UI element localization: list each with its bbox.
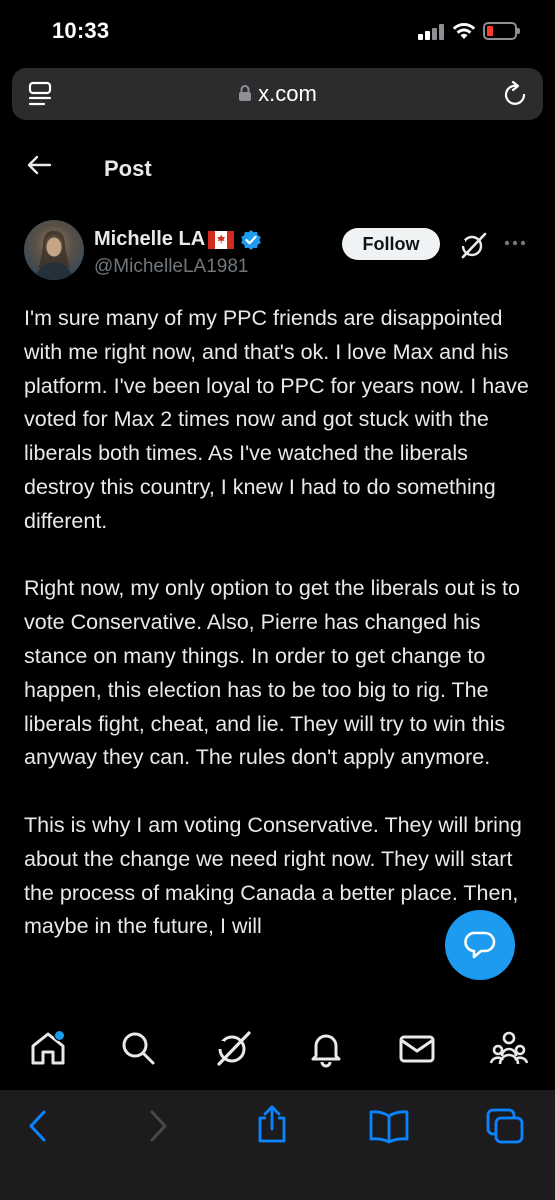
url-text[interactable]: x.com — [258, 81, 317, 106]
browser-url-bar[interactable]: x.com — [12, 68, 543, 120]
canada-flag-icon — [208, 230, 235, 249]
bottom-navigation — [0, 1012, 555, 1090]
verified-badge-icon[interactable] — [240, 229, 262, 251]
notifications-icon[interactable] — [306, 1028, 346, 1068]
reload-icon[interactable] — [503, 80, 529, 108]
tabs-icon[interactable] — [484, 1106, 526, 1146]
forward-icon[interactable] — [146, 1108, 170, 1144]
status-bar: 10:33 — [0, 0, 555, 60]
status-time: 10:33 — [52, 18, 110, 43]
grok-icon[interactable] — [213, 1028, 253, 1068]
communities-icon[interactable] — [489, 1028, 529, 1068]
author-handle[interactable]: @MichelleLA1981 — [94, 256, 249, 278]
post-paragraph: I'm sure many of my PPC friends are disa… — [24, 306, 529, 533]
messages-icon[interactable] — [397, 1028, 437, 1068]
battery-icon — [483, 22, 520, 40]
safari-toolbar — [0, 1090, 555, 1200]
grok-icon[interactable] — [458, 230, 488, 260]
lock-icon — [239, 85, 252, 101]
follow-button[interactable]: Follow — [342, 228, 440, 260]
post-text: I'm sure many of my PPC friends are disa… — [24, 302, 536, 978]
reply-bubble-icon — [464, 931, 496, 959]
avatar[interactable] — [24, 220, 84, 280]
bookmarks-icon[interactable] — [368, 1108, 410, 1144]
post-header: Post — [0, 140, 555, 200]
search-icon[interactable] — [118, 1028, 158, 1068]
home-notification-dot — [54, 1030, 65, 1041]
author-name-row: Michelle LA — [94, 228, 262, 251]
reply-fab-button[interactable] — [445, 910, 515, 980]
post-paragraph: Right now, my only option to get the lib… — [24, 576, 520, 770]
share-icon[interactable] — [254, 1104, 290, 1144]
more-options-icon[interactable] — [504, 240, 526, 246]
author-name[interactable]: Michelle LA — [94, 228, 205, 251]
wifi-icon — [452, 23, 476, 39]
page-title: Post — [104, 156, 152, 181]
avatar-photo-icon — [34, 230, 74, 280]
back-arrow-icon[interactable] — [26, 152, 52, 178]
back-icon[interactable] — [26, 1108, 50, 1144]
cellular-signal-icon — [418, 24, 444, 40]
